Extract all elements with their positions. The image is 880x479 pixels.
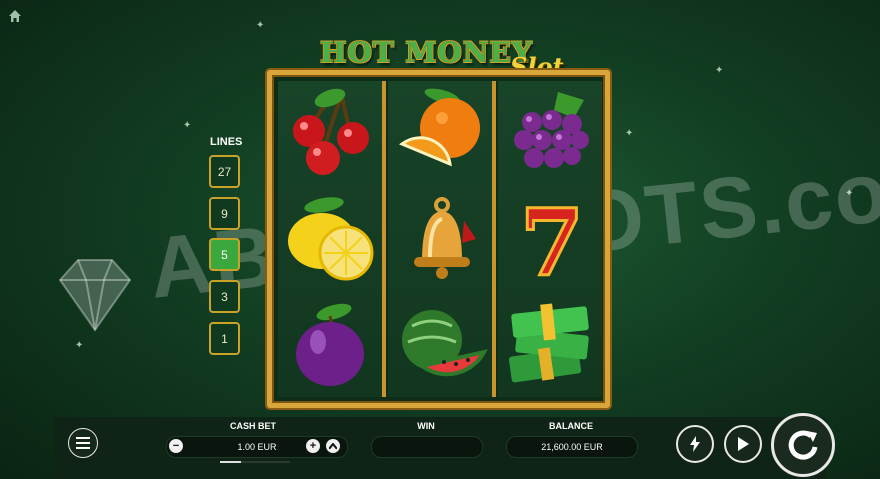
reel-divider bbox=[382, 81, 386, 397]
line-option-5[interactable]: 5 bbox=[209, 238, 240, 271]
menu-icon bbox=[76, 437, 90, 449]
cash-bet-value: 1.00 EUR bbox=[237, 442, 277, 452]
reel-divider bbox=[492, 81, 496, 397]
menu-button[interactable] bbox=[68, 428, 98, 458]
cash-stack-icon bbox=[508, 302, 589, 382]
lemon-symbol bbox=[278, 186, 382, 291]
increase-bet-button[interactable]: + bbox=[306, 439, 320, 453]
cash-bet-label: CASH BET bbox=[229, 421, 276, 431]
bell-icon bbox=[414, 196, 476, 279]
sparkle-decoration: ✦ bbox=[845, 188, 854, 199]
grapes-icon bbox=[514, 91, 589, 168]
spin-icon bbox=[788, 430, 818, 460]
bet-options-button[interactable] bbox=[326, 439, 340, 453]
sparkle-decoration: ✦ bbox=[256, 20, 265, 31]
bet-level-fill bbox=[220, 461, 241, 463]
reels-frame: 7 bbox=[267, 70, 610, 408]
sparkle-decoration: ✦ bbox=[715, 65, 724, 76]
watermelon-symbol bbox=[388, 291, 492, 396]
plum-symbol bbox=[278, 291, 382, 396]
bet-level-bar bbox=[220, 461, 290, 463]
logo-title: HOT MONEY bbox=[320, 36, 533, 69]
cherries-symbol bbox=[278, 81, 382, 186]
seven-symbol: 7 bbox=[498, 186, 602, 291]
balance-label: BALANCE bbox=[549, 421, 593, 431]
cherries-icon bbox=[293, 88, 369, 175]
reel-1 bbox=[278, 81, 382, 397]
sparkle-decoration: ✦ bbox=[75, 340, 84, 351]
win-label: WIN bbox=[417, 421, 435, 431]
line-option-3[interactable]: 3 bbox=[209, 280, 240, 313]
line-option-1[interactable]: 1 bbox=[209, 322, 240, 355]
win-field bbox=[371, 436, 483, 458]
cash-bet-field: 1.00 EUR bbox=[166, 436, 348, 458]
watermelon-icon bbox=[402, 309, 488, 376]
grapes-symbol bbox=[498, 81, 602, 186]
turbo-icon bbox=[690, 436, 700, 452]
seven-icon: 7 bbox=[518, 191, 585, 287]
balance-field: 21,600.00 EUR bbox=[506, 436, 638, 458]
orange-icon bbox=[399, 88, 480, 166]
spin-button[interactable] bbox=[771, 413, 835, 477]
reel-3: 7 bbox=[498, 81, 602, 397]
seven-label: 7 bbox=[520, 191, 584, 287]
cash-stack-symbol bbox=[498, 291, 602, 396]
orange-symbol bbox=[388, 81, 492, 186]
chevron-up-icon bbox=[329, 443, 337, 449]
autoplay-button[interactable] bbox=[724, 425, 762, 463]
sparkle-decoration: ✦ bbox=[183, 120, 192, 131]
balance-value: 21,600.00 EUR bbox=[541, 442, 603, 452]
diamond-icon bbox=[58, 259, 132, 332]
lemon-icon bbox=[288, 196, 374, 280]
reel-2 bbox=[388, 81, 492, 397]
turbo-button[interactable] bbox=[676, 425, 714, 463]
line-option-9[interactable]: 9 bbox=[209, 197, 240, 230]
line-option-27[interactable]: 27 bbox=[209, 155, 240, 188]
autoplay-icon bbox=[738, 437, 749, 451]
sparkle-decoration: ✦ bbox=[625, 128, 634, 139]
bell-symbol bbox=[388, 186, 492, 291]
home-icon[interactable] bbox=[7, 8, 23, 24]
decrease-bet-button[interactable]: − bbox=[169, 439, 183, 453]
plum-icon bbox=[296, 303, 364, 386]
lines-label: LINES bbox=[210, 136, 243, 148]
